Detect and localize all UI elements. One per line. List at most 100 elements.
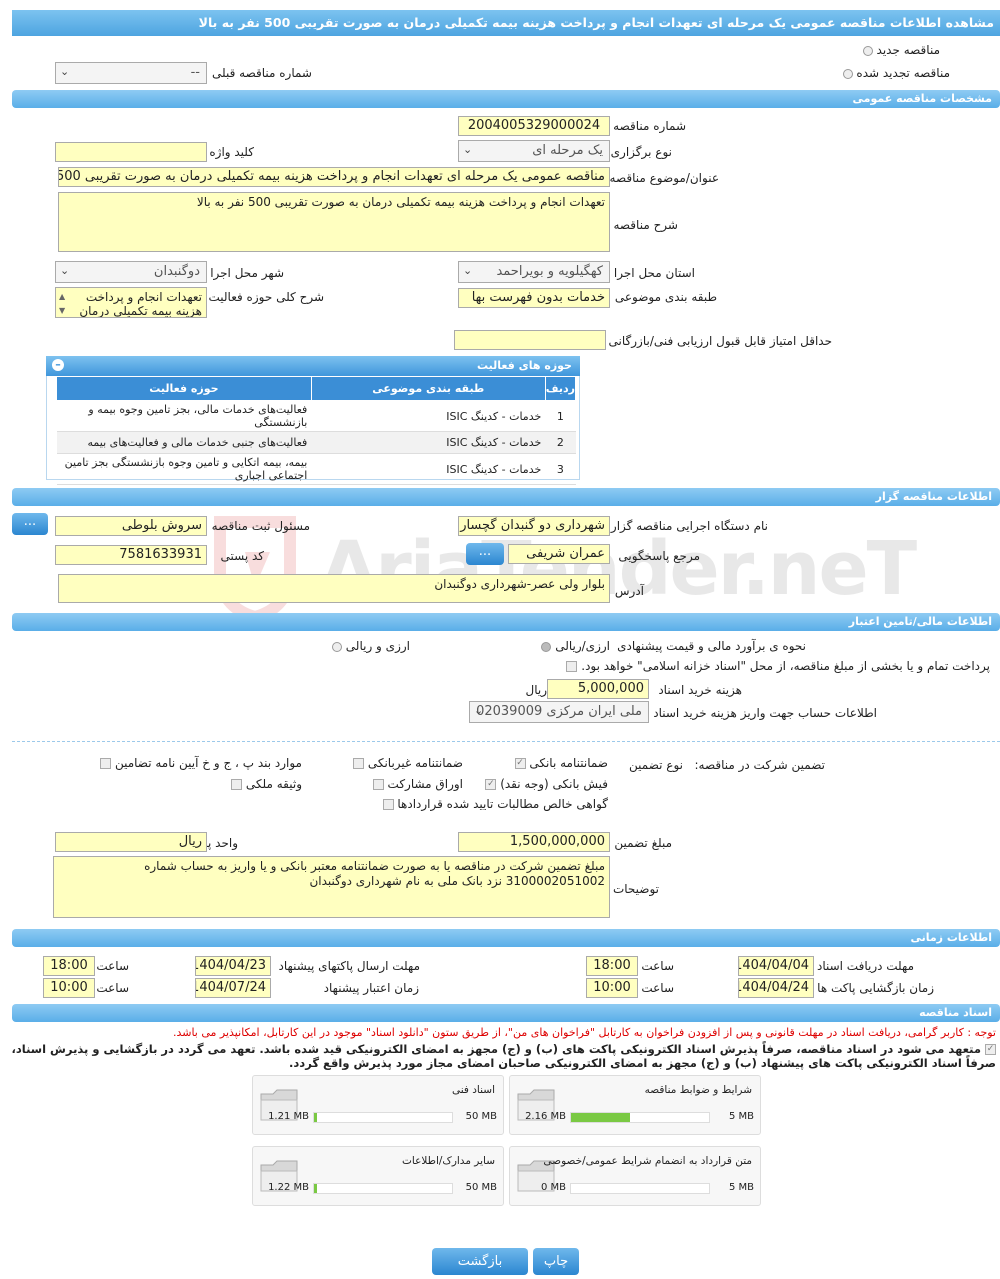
open-time-field[interactable]: 10:00 xyxy=(586,978,638,998)
guarantee-amount-label: مبلغ تضمین xyxy=(614,836,672,850)
addr-label: آدرس xyxy=(614,584,644,598)
notes-field[interactable]: مبلغ تضمین شرکت در مناقصه یا به صورت ضما… xyxy=(53,856,610,918)
ref-field[interactable]: عمران شریفی xyxy=(508,544,610,564)
estimate-label: نحوه ی برآورد مالی و قیمت پیشنهادی xyxy=(617,639,806,653)
file-box[interactable]: شرایط و ضوابط مناقصه 2.16 MB 5 MB xyxy=(509,1075,761,1135)
time-label: ساعت xyxy=(641,981,674,995)
chevron-down-icon: ⌄ xyxy=(60,65,70,78)
guarantee-amount-field[interactable]: 1,500,000,000 xyxy=(458,832,610,852)
scope-field[interactable]: تعهدات انجام و پرداخت هزینه بیمه تکمیلی … xyxy=(55,287,207,318)
type-label: نوع برگزاری xyxy=(610,145,672,159)
chevron-down-icon: ⌄ xyxy=(463,143,473,156)
valid-date-field[interactable]: 1404/07/24 xyxy=(195,978,271,998)
treasury-checkbox[interactable]: پرداخت تمام و یا بخشی از مبلغ مناقصه، از… xyxy=(566,659,990,673)
valid-label: زمان اعتبار پیشنهاد xyxy=(323,981,419,995)
chk-bonds[interactable]: اوراق مشارکت xyxy=(372,777,463,791)
commit-checkbox[interactable]: ✓ متعهد می شود در اسناد مناقصه، صرفاً پذ… xyxy=(6,1042,996,1070)
chk-claims[interactable]: گواهی خالص مطالبات تایید شده قراردادها xyxy=(382,797,608,811)
chevron-down-icon: ⌄ xyxy=(60,264,70,277)
docs-note: توجه : کاربر گرامی، دریافت اسناد در مهلت… xyxy=(172,1026,996,1039)
fee-field[interactable]: 5,000,000 xyxy=(547,679,649,699)
table-row: 3 خدمات - کدینگ ISIC بیمه، بیمه اتکایی و ت… xyxy=(56,453,576,485)
progress-bar xyxy=(313,1183,453,1194)
province-label: استان محل اجرا xyxy=(613,266,695,280)
province-select[interactable]: کهگیلویه و بویراحمد ⌄ xyxy=(458,261,610,283)
scroll-arrows-icon[interactable]: ▲ ▼ xyxy=(59,290,65,317)
file-box[interactable]: سایر مدارک/اطلاعات 1.22 MB 50 MB xyxy=(252,1146,504,1206)
keyword-field[interactable] xyxy=(55,142,207,162)
radio-renewed-tender[interactable]: مناقصه تجدید شده xyxy=(842,66,950,80)
radio-new-tender[interactable]: مناقصه جدید xyxy=(862,43,940,57)
subject-field[interactable]: مناقصه عمومی یک مرحله ای تعهدات انجام و … xyxy=(58,167,610,187)
tender-number-label: شماره مناقصه xyxy=(613,119,686,133)
org-name-label: نام دستگاه اجرایی مناقصه گزار xyxy=(610,519,768,533)
account-select[interactable]: ملی ایران مرکزی 02039009 ⌄ xyxy=(469,701,649,723)
guarantee-label: تضمین شرکت در مناقصه: xyxy=(694,758,825,772)
guarantee-type-label: نوع تضمین xyxy=(629,758,683,772)
col-category: طبقه بندی موضوعی xyxy=(310,376,546,401)
receive-time-field[interactable]: 18:00 xyxy=(586,956,638,976)
send-date-field[interactable]: 1404/04/23 xyxy=(195,956,271,976)
time-label: ساعت xyxy=(96,981,129,995)
chk-clauses[interactable]: موارد بند پ ، ج و خ آیین نامه تضامین xyxy=(100,756,302,770)
progress-bar xyxy=(570,1112,710,1123)
category-field[interactable]: خدمات بدون فهرست بها xyxy=(458,288,610,308)
prev-tender-label: شماره مناقصه قبلی xyxy=(212,66,312,80)
tender-number-field[interactable]: 2004005329000024 xyxy=(458,116,610,136)
collapse-icon[interactable]: – xyxy=(52,359,64,371)
section-org: اطلاعات مناقصه گزار xyxy=(12,488,1000,506)
notes-label: توضیحات xyxy=(612,882,659,896)
scope-label: شرح کلی حوزه فعالیت xyxy=(208,290,325,304)
org-name-field[interactable]: شهرداری دو گنبدان گچساران xyxy=(458,516,610,536)
ref-lookup-button[interactable]: ... xyxy=(466,543,504,565)
city-label: شهر محل اجرا xyxy=(210,266,284,280)
chk-bank-guarantee[interactable]: ضمانتنامه بانکی ✓ xyxy=(514,756,608,770)
section-docs: اسناد مناقصه xyxy=(12,1004,1000,1022)
account-label: اطلاعات حساب جهت واریز هزینه خرید اسناد xyxy=(653,706,877,720)
ref-label: مرجع پاسخگویی xyxy=(618,549,700,563)
keyword-label: کلید واژه xyxy=(209,145,254,159)
chk-bank-receipt[interactable]: فیش بانکی (وجه نقد) ✓ xyxy=(485,777,608,791)
divider xyxy=(12,741,1000,742)
subject-label: عنوان/موضوع مناقصه xyxy=(609,171,719,185)
radio-currency-rial[interactable]: ارزی/ریالی xyxy=(541,639,610,653)
minscore-field[interactable] xyxy=(454,330,606,350)
city-select[interactable]: دوگنبدان ⌄ xyxy=(55,261,207,283)
send-label: مهلت ارسال پاکتهای پیشنهاد xyxy=(278,959,420,973)
resp-label: مسئول ثبت مناقصه xyxy=(211,519,310,533)
activities-header: حوزه های فعالیت – xyxy=(46,356,580,376)
table-row: 1 خدمات - کدینگ ISIC فعالیت‌های خدمات مالی… xyxy=(56,400,576,432)
section-finance: اطلاعات مالی/تامین اعتبار xyxy=(12,613,1000,631)
addr-field[interactable]: بلوار ولی عصر-شهرداری دوگنبدان xyxy=(58,574,610,603)
print-button[interactable]: چاپ xyxy=(533,1248,579,1275)
org-lookup-button[interactable]: ... xyxy=(12,513,48,535)
progress-bar xyxy=(313,1112,453,1123)
section-general: مشخصات مناقصه عمومی xyxy=(12,90,1000,108)
chk-nonbank-guarantee[interactable]: ضمانتنامه غیربانکی xyxy=(352,756,463,770)
resp-field[interactable]: سروش بلوطی xyxy=(55,516,207,536)
postal-field[interactable]: 7581633931 xyxy=(55,545,207,565)
col-area: حوزه فعالیت xyxy=(56,376,312,401)
fee-label: هزینه خرید اسناد xyxy=(658,683,742,697)
category-label: طبقه بندی موضوعی xyxy=(614,290,717,304)
postal-label: کد پستی xyxy=(220,549,265,563)
type-select[interactable]: یک مرحله ای ⌄ xyxy=(458,140,610,162)
back-button[interactable]: بازگشت xyxy=(432,1248,528,1275)
open-date-field[interactable]: 1404/04/24 xyxy=(738,978,814,998)
chk-property[interactable]: وثیقه ملکی xyxy=(231,777,302,791)
desc-label: شرح مناقصه xyxy=(613,218,678,232)
desc-field[interactable]: تعهدات انجام و پرداخت هزینه بیمه تکمیلی … xyxy=(58,192,610,252)
radio-currency-and-rial[interactable]: ارزی و ریالی xyxy=(331,639,410,653)
open-label: زمان بازگشایی پاکت ها xyxy=(817,981,934,995)
prev-tender-select[interactable]: -- ⌄ xyxy=(55,62,207,84)
activities-table: ردیف طبقه بندی موضوعی حوزه فعالیت 1 خدمات -… xyxy=(56,376,577,485)
file-box[interactable]: متن قرارداد به انضمام شرایط عمومی/خصوصی … xyxy=(509,1146,761,1206)
time-label: ساعت xyxy=(641,959,674,973)
receive-date-field[interactable]: 1404/04/04 xyxy=(738,956,814,976)
currency-field[interactable]: ریال xyxy=(55,832,207,852)
valid-time-field[interactable]: 10:00 xyxy=(43,978,95,998)
send-time-field[interactable]: 18:00 xyxy=(43,956,95,976)
receive-label: مهلت دریافت اسناد xyxy=(816,959,914,973)
file-box[interactable]: اسناد فنی 1.21 MB 50 MB xyxy=(252,1075,504,1135)
progress-fill xyxy=(571,1113,631,1122)
